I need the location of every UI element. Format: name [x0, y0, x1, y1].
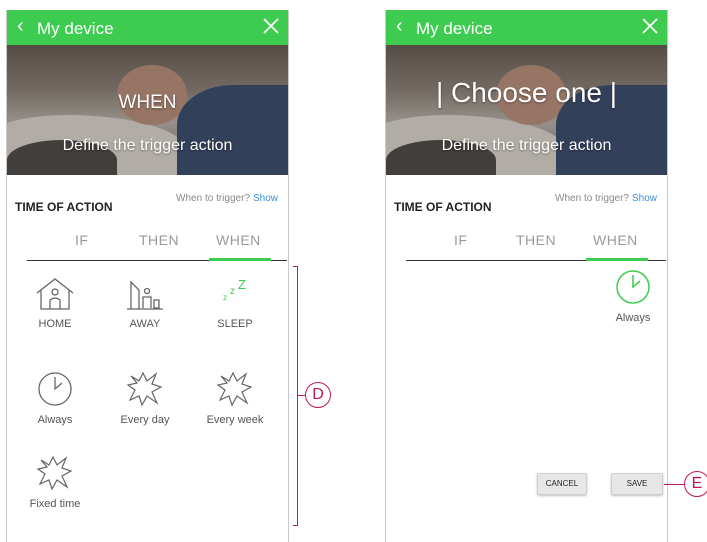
hero-title: WHEN [118, 92, 177, 113]
phone-screen-choose-one: ‹ My device | Choose one | Define the tr… [385, 10, 668, 542]
active-tab-indicator [586, 258, 648, 261]
tab-then[interactable]: THEN [139, 232, 179, 248]
trigger-prompt: When to trigger? [176, 193, 250, 204]
svg-text:Z: Z [238, 277, 246, 292]
burst-icon [126, 371, 163, 407]
trigger-help: When to trigger? Show [176, 193, 278, 204]
active-tab-indicator [209, 258, 271, 261]
option-label: SLEEP [217, 318, 253, 330]
header-bar: ‹ My device [7, 10, 288, 45]
show-link[interactable]: Show [253, 193, 278, 204]
clock-icon [38, 372, 72, 406]
callout-bracket-d [293, 266, 298, 526]
option-always[interactable]: Always [15, 370, 95, 426]
home-icon [36, 278, 74, 310]
option-label: AWAY [129, 318, 161, 330]
burst-icon [36, 455, 73, 491]
hero-banner: WHEN Define the trigger action [7, 45, 288, 175]
save-button[interactable]: SAVE [611, 473, 663, 495]
hero-subtitle: Define the trigger action [62, 137, 233, 154]
phone-screen-when-options: ‹ My device WHEN Define the trigger acti… [6, 10, 289, 542]
burst-icon [216, 371, 253, 407]
header-bar: ‹ My device [386, 10, 667, 45]
clock-icon [616, 270, 650, 304]
option-away[interactable]: AWAY [105, 276, 185, 330]
tab-then[interactable]: THEN [516, 232, 556, 248]
tab-bar: IF THEN WHEN [27, 232, 287, 262]
option-fixed-time[interactable]: Fixed time [15, 454, 95, 510]
tab-when[interactable]: WHEN [216, 232, 261, 248]
section-title: TIME OF ACTION [15, 200, 113, 214]
tab-bar: IF THEN WHEN [406, 232, 666, 262]
callout-e: E [684, 471, 707, 497]
header-title: My device [37, 19, 114, 38]
option-label: HOME [38, 318, 72, 330]
option-sleep[interactable]: z z Z SLEEP [195, 276, 275, 330]
trigger-help: When to trigger? Show [555, 193, 657, 204]
sleep-icon: z z Z [223, 277, 246, 302]
close-icon[interactable] [262, 17, 280, 35]
tab-if[interactable]: IF [454, 232, 467, 248]
close-icon[interactable] [641, 17, 659, 35]
option-always[interactable]: Always [593, 268, 667, 324]
svg-text:z: z [230, 286, 235, 297]
trigger-prompt: When to trigger? [555, 193, 629, 204]
tab-when[interactable]: WHEN [593, 232, 638, 248]
away-icon [127, 280, 163, 310]
back-chevron-icon[interactable]: ‹ [396, 16, 403, 36]
option-label: Every week [206, 414, 264, 426]
option-every-day[interactable]: Every day [105, 370, 185, 426]
option-label: Always [37, 414, 73, 426]
section-title: TIME OF ACTION [394, 200, 492, 214]
callout-d: D [305, 382, 331, 408]
callout-connector-d [298, 395, 305, 396]
header-title: My device [416, 19, 493, 38]
show-link[interactable]: Show [632, 193, 657, 204]
svg-text:z: z [223, 293, 227, 302]
option-label: Fixed time [29, 498, 81, 510]
option-label: Every day [120, 414, 170, 426]
option-every-week[interactable]: Every week [195, 370, 275, 426]
option-label: Always [615, 312, 651, 324]
callout-connector-e [664, 484, 686, 485]
hero-banner: | Choose one | Define the trigger action [386, 45, 667, 175]
option-home[interactable]: HOME [15, 276, 95, 330]
tab-if[interactable]: IF [75, 232, 88, 248]
cancel-button[interactable]: CANCEL [537, 473, 587, 495]
hero-subtitle: Define the trigger action [441, 137, 612, 154]
hero-title: | Choose one | [435, 77, 618, 108]
back-chevron-icon[interactable]: ‹ [17, 16, 24, 36]
